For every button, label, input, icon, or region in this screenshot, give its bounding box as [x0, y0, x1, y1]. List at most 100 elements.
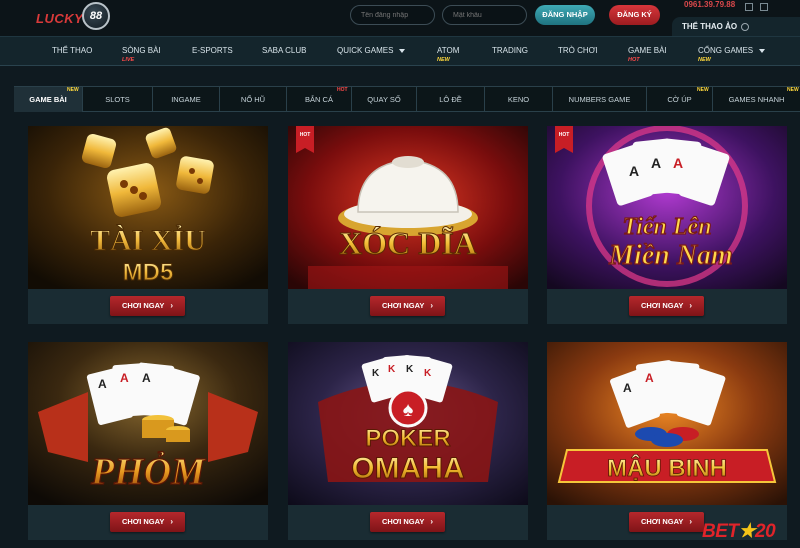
chevron-right-icon: ›: [430, 517, 434, 526]
tab-game-bai[interactable]: GAME BÀI NEW: [14, 87, 82, 112]
tab-slots[interactable]: SLOTS: [82, 87, 152, 112]
game-card-phom[interactable]: A A A PHỎM CHƠI NGAY ›: [28, 342, 268, 540]
game-thumbnail[interactable]: K K K K ♠ POKER OMAHA: [288, 342, 528, 505]
game-thumbnail[interactable]: A A MẬU BINH: [547, 342, 787, 505]
tab-no-hu[interactable]: NỔ HŨ: [219, 87, 286, 112]
hot-tag: HOT: [628, 57, 640, 63]
username-input[interactable]: [350, 5, 435, 25]
tab-keno[interactable]: KENO: [484, 87, 552, 112]
play-now-label: CHƠI NGAY: [640, 517, 684, 526]
play-now-label: CHƠI NGAY: [121, 301, 165, 310]
chevron-down-icon: [759, 48, 766, 53]
nav-item-label: THỂ THAO: [52, 46, 93, 55]
tab-quay-so[interactable]: QUAY SỐ: [351, 87, 416, 112]
chevron-right-icon: ›: [430, 301, 434, 310]
tab-label: SLOTS: [105, 95, 130, 104]
svg-text:A: A: [651, 155, 661, 171]
chevron-down-icon: [399, 48, 406, 53]
nav-item-label: E-SPORTS: [192, 46, 233, 55]
svg-text:A: A: [623, 381, 632, 395]
tab-co-up[interactable]: CỜ ÚP NEW: [646, 87, 712, 112]
nav-item-label: GAME BÀI: [628, 46, 667, 55]
game-card-tai-xiu[interactable]: TÀI XỈU MD5 CHƠI NGAY ›: [28, 126, 268, 324]
game-thumbnail[interactable]: TÀI XỈU MD5: [28, 126, 268, 289]
nav-item-sports[interactable]: THỂ THAO: [52, 46, 92, 55]
play-now-label: CHƠI NGAY: [640, 301, 684, 310]
tab-ban-ca[interactable]: BẮN CÁ HOT: [286, 87, 351, 112]
password-input[interactable]: [442, 5, 527, 25]
nav-item-card-games[interactable]: GAME BÀI HOT: [628, 46, 667, 63]
chevron-right-icon: ›: [170, 301, 174, 310]
logo-text: LUCKY: [36, 11, 84, 26]
tab-label: NỔ HŨ: [240, 95, 266, 104]
tab-numbers-game[interactable]: NUMBERS GAME: [552, 87, 646, 112]
site-logo[interactable]: LUCKY 88: [36, 2, 112, 34]
game-thumbnail[interactable]: A A A Tiến Lên Miền Nam: [547, 126, 787, 289]
game-card-mau-binh[interactable]: A A MẬU BINH CHƠI NGAY ›: [547, 342, 787, 540]
tab-label: BẮN CÁ: [305, 95, 333, 104]
svg-text:A: A: [673, 155, 683, 171]
svg-text:A: A: [120, 371, 129, 385]
tab-games-nhanh[interactable]: GAMES NHANH NEW: [712, 87, 800, 112]
play-now-button[interactable]: CHƠI NGAY ›: [629, 512, 704, 532]
spade-icon: ♠: [403, 399, 414, 421]
nav-item-label: QUICK GAMES: [337, 46, 394, 55]
game-thumbnail[interactable]: A A A PHỎM: [28, 342, 268, 505]
play-now-button[interactable]: CHƠI NGAY ›: [370, 296, 445, 316]
main-nav: THỂ THAO SÒNG BÀI LIVE E-SPORTS SABA CLUB…: [0, 36, 800, 66]
game-title: MẬU BINH: [607, 454, 727, 482]
hotline-phone: 0961.39.79.88: [684, 0, 736, 9]
watermark-part1: BET: [702, 521, 739, 542]
nav-item-label: TRÒ CHƠI: [558, 46, 598, 55]
top-header: LUCKY 88 ĐĂNG NHẬP ĐĂNG KÝ 0961.39.79.88…: [0, 0, 800, 36]
game-thumbnail[interactable]: XÓC DĨA: [288, 126, 528, 289]
play-now-label: CHƠI NGAY: [381, 517, 425, 526]
nav-item-casino[interactable]: SÒNG BÀI LIVE: [122, 46, 161, 63]
tab-label: GAME BÀI: [29, 95, 67, 104]
game-card-xoc-dia[interactable]: XÓC DĨA HOT CHƠI NGAY ›: [288, 126, 528, 324]
game-title-line2: Miền Nam: [608, 240, 733, 271]
play-now-button[interactable]: CHƠI NGAY ›: [370, 512, 445, 532]
svg-text:A: A: [629, 163, 639, 179]
play-now-button[interactable]: CHƠI NGAY ›: [110, 512, 185, 532]
live-tag: LIVE: [122, 57, 135, 63]
register-button[interactable]: ĐĂNG KÝ: [609, 5, 660, 25]
nav-item-games[interactable]: TRÒ CHƠI: [558, 46, 598, 55]
category-tabs: GAME BÀI NEW SLOTS INGAME NỔ HŨ BẮN CÁ HOT…: [14, 86, 800, 112]
login-button[interactable]: ĐĂNG NHẬP: [535, 5, 595, 25]
svg-text:A: A: [142, 371, 151, 385]
new-tag: NEW: [698, 57, 711, 63]
nav-item-esports[interactable]: E-SPORTS: [192, 46, 233, 55]
hot-tag: HOT: [337, 87, 348, 93]
svg-text:K: K: [388, 364, 396, 375]
nav-item-trading[interactable]: TRADING: [492, 46, 528, 55]
play-now-button[interactable]: CHƠI NGAY ›: [629, 296, 704, 316]
game-title-line1: POKER: [365, 425, 450, 452]
play-now-button[interactable]: CHƠI NGAY ›: [110, 296, 185, 316]
game-title-line1: TÀI XỈU: [90, 224, 206, 257]
tab-lo-de[interactable]: LÔ ĐỀ: [416, 87, 484, 112]
nav-item-saba-club[interactable]: SABA CLUB: [262, 46, 306, 55]
tab-label: KENO: [507, 95, 530, 104]
chevron-right-icon: ›: [689, 301, 693, 310]
virtual-sports-tab[interactable]: THỂ THAO ẢO: [672, 17, 800, 36]
tab-label: GAMES NHANH: [728, 95, 785, 104]
hot-badge-label: HOT: [299, 132, 311, 138]
game-title-line2: MD5: [123, 259, 174, 286]
star-icon: ★: [738, 521, 756, 542]
new-tag: NEW: [697, 87, 709, 93]
play-now-label: CHƠI NGAY: [381, 301, 425, 310]
nav-item-atom[interactable]: ATOM NEW: [437, 46, 459, 63]
hot-badge: HOT: [555, 126, 573, 153]
lock-icon[interactable]: [760, 3, 768, 11]
tab-ingame[interactable]: INGAME: [152, 87, 219, 112]
nav-item-label: SABA CLUB: [262, 46, 307, 55]
nav-item-game-portal[interactable]: CỔNG GAMES NEW: [698, 46, 766, 63]
nav-item-label: TRADING: [492, 46, 528, 55]
game-card-tien-len[interactable]: A A A Tiến Lên Miền Nam HOT CHƠI NGAY ›: [547, 126, 787, 324]
new-tag: NEW: [437, 57, 450, 63]
game-card-poker-omaha[interactable]: K K K K ♠ POKER OMAHA CHƠI NGAY ›: [288, 342, 528, 540]
download-icon[interactable]: [745, 3, 753, 11]
nav-item-quick-games[interactable]: QUICK GAMES: [337, 46, 406, 55]
play-now-label: CHƠI NGAY: [121, 517, 165, 526]
